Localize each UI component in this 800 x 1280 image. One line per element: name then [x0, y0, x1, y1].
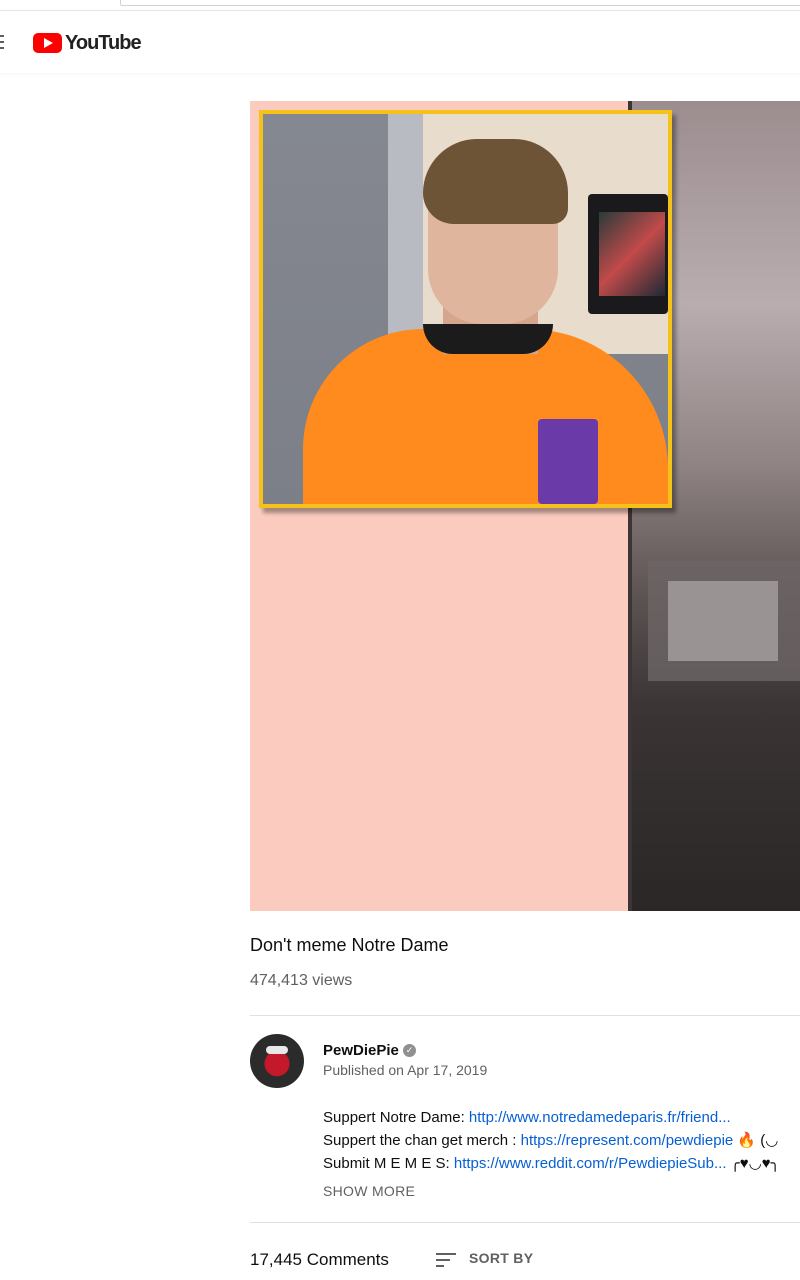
description-link[interactable]: https://represent.com/pewdiepie [521, 1132, 734, 1149]
sort-icon[interactable] [436, 1253, 456, 1267]
description-line: Suppert the chan get merch : https://rep… [323, 1132, 779, 1149]
show-more-button[interactable]: SHOW MORE [323, 1183, 415, 1199]
menu-icon[interactable] [0, 35, 4, 49]
description-line: Submit M E M E S: https://www.reddit.com… [323, 1155, 780, 1172]
view-count: 474,413 views [250, 972, 353, 989]
play-logo-icon [33, 33, 62, 53]
channel-avatar[interactable] [250, 1034, 304, 1088]
logo-text: YouTube [65, 31, 142, 54]
masthead: YouTube [0, 10, 800, 73]
divider [250, 1015, 800, 1016]
check-circle-icon: ✓ [403, 1044, 416, 1057]
video-title: Don't meme Notre Dame [250, 935, 449, 955]
video-player[interactable] [250, 101, 800, 911]
video-description: Suppert Notre Dame: http://www.notredame… [323, 1106, 800, 1175]
sort-by-button[interactable]: SORT BY [469, 1250, 533, 1266]
description-link[interactable]: http://www.notredamedeparis.fr/friend... [469, 1109, 731, 1126]
facecam-frame [259, 110, 672, 508]
youtube-logo[interactable]: YouTube [33, 31, 142, 55]
divider [250, 1222, 800, 1223]
top-strip [0, 0, 800, 10]
description-link[interactable]: https://www.reddit.com/r/PewdiepieSub... [454, 1155, 727, 1172]
description-line: Suppert Notre Dame: http://www.notredame… [323, 1109, 731, 1126]
search-box-edge[interactable] [120, 0, 800, 6]
publish-date: Published on Apr 17, 2019 [323, 1062, 488, 1078]
channel-name[interactable]: PewDiePie [323, 1042, 399, 1059]
comments-count: 17,445 Comments [250, 1250, 389, 1269]
